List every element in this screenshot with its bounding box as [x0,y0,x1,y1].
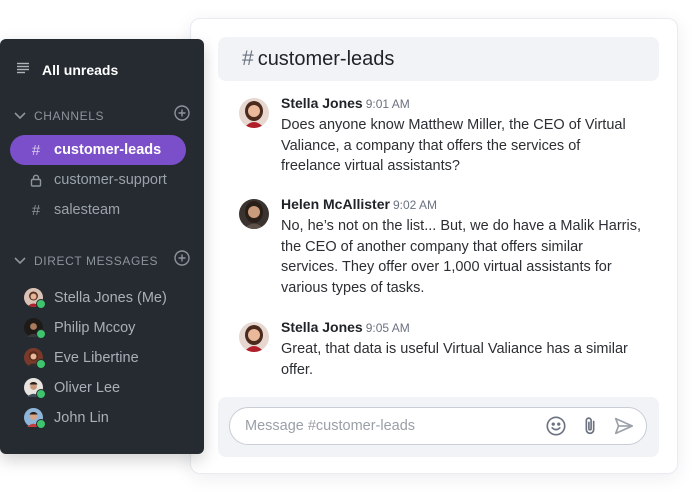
channel-label: customer-leads [54,142,162,158]
message-timestamp: 9:05 AM [365,321,410,335]
dm-label: John Lin [54,409,109,426]
channel-item-salesteam[interactable]: # salesteam [10,195,186,225]
send-icon[interactable] [612,414,636,438]
chevron-down-icon[interactable] [14,252,26,270]
all-unreads-item[interactable]: All unreads [16,61,118,79]
channel-hash-icon: # [242,47,254,70]
channels-header-label: CHANNELS [34,108,105,123]
hash-icon: # [31,201,41,219]
channels-section-header[interactable]: CHANNELS [14,105,190,126]
sidebar: All unreads CHANNELS # customer-leads cu… [0,39,204,454]
channel-title: customer-leads [257,47,395,70]
avatar[interactable] [239,322,269,352]
channel-item-customer-support[interactable]: customer-support [10,165,186,195]
all-unreads-label: All unreads [42,62,119,78]
add-channel-icon[interactable] [174,105,190,126]
chevron-down-icon[interactable] [14,107,26,125]
message-text: Does anyone know Matthew Miller, the CEO… [281,117,626,174]
message-author[interactable]: Stella Jones [281,319,363,335]
message-composer [229,407,647,445]
dm-item-oliver-lee[interactable]: Oliver Lee [24,378,121,399]
avatar [24,288,46,309]
channel-header: # customer-leads [218,37,659,81]
emoji-icon[interactable] [544,414,568,438]
composer-area [218,397,659,457]
hash-icon: # [31,141,41,159]
dm-label: Oliver Lee [54,379,121,396]
avatar [24,318,46,339]
message-timestamp: 9:02 AM [392,198,437,212]
list-icon [16,61,30,79]
avatar [24,348,46,369]
attachment-icon[interactable] [578,414,602,438]
add-dm-icon[interactable] [174,250,190,271]
channel-item-customer-leads[interactable]: # customer-leads [10,135,186,165]
avatar [24,378,46,399]
dm-item-eve-libertine[interactable]: Eve Libertine [24,348,139,369]
dm-section-header[interactable]: DIRECT MESSAGES [14,250,190,271]
dm-label: Stella Jones (Me) [54,289,167,306]
message-author[interactable]: Stella Jones [281,95,363,111]
chat-panel: # customer-leads Stella Jones 9:01 AM Doe… [190,18,678,474]
channel-label: salesteam [54,202,121,218]
dm-label: Philip Mccoy [54,319,136,336]
message-text: Great, that data is useful Virtual Valia… [281,341,628,378]
lock-icon [28,174,44,187]
message-text: No, he’s not on the list... But, we do h… [281,218,641,296]
message-author[interactable]: Helen McAllister [281,196,390,212]
message-timestamp: 9:01 AM [365,97,410,111]
avatar [24,408,46,429]
message-input[interactable] [243,417,544,435]
avatar[interactable] [239,199,269,229]
dm-item-john-lin[interactable]: John Lin [24,408,109,429]
dm-header-label: DIRECT MESSAGES [34,253,159,268]
dm-label: Eve Libertine [54,349,139,366]
dm-item-philip-mccoy[interactable]: Philip Mccoy [24,318,136,339]
channel-label: customer-support [54,172,167,188]
dm-item-stella-jones[interactable]: Stella Jones (Me) [24,288,167,309]
avatar[interactable] [239,98,269,128]
